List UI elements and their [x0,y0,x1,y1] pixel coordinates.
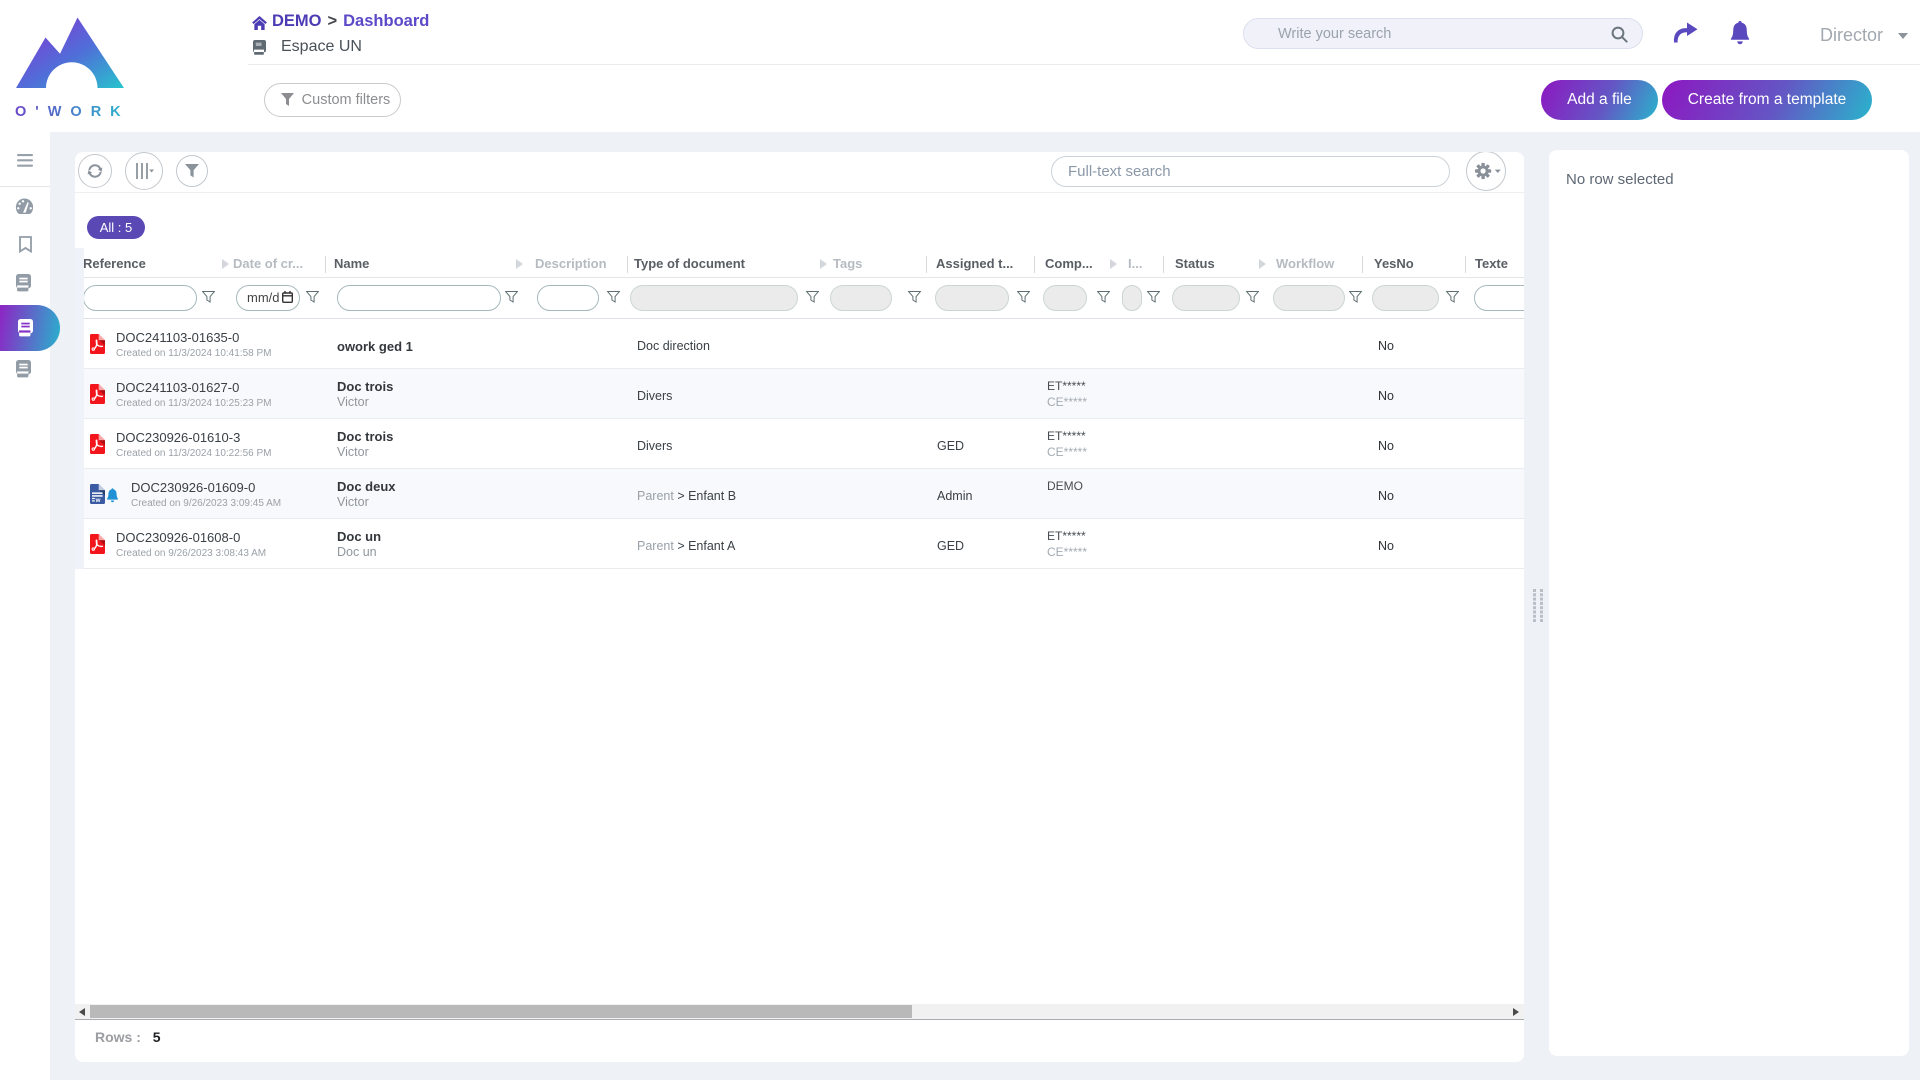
svg-text:O'WORK: O'WORK [15,104,126,120]
svg-text:w: w [95,497,101,504]
